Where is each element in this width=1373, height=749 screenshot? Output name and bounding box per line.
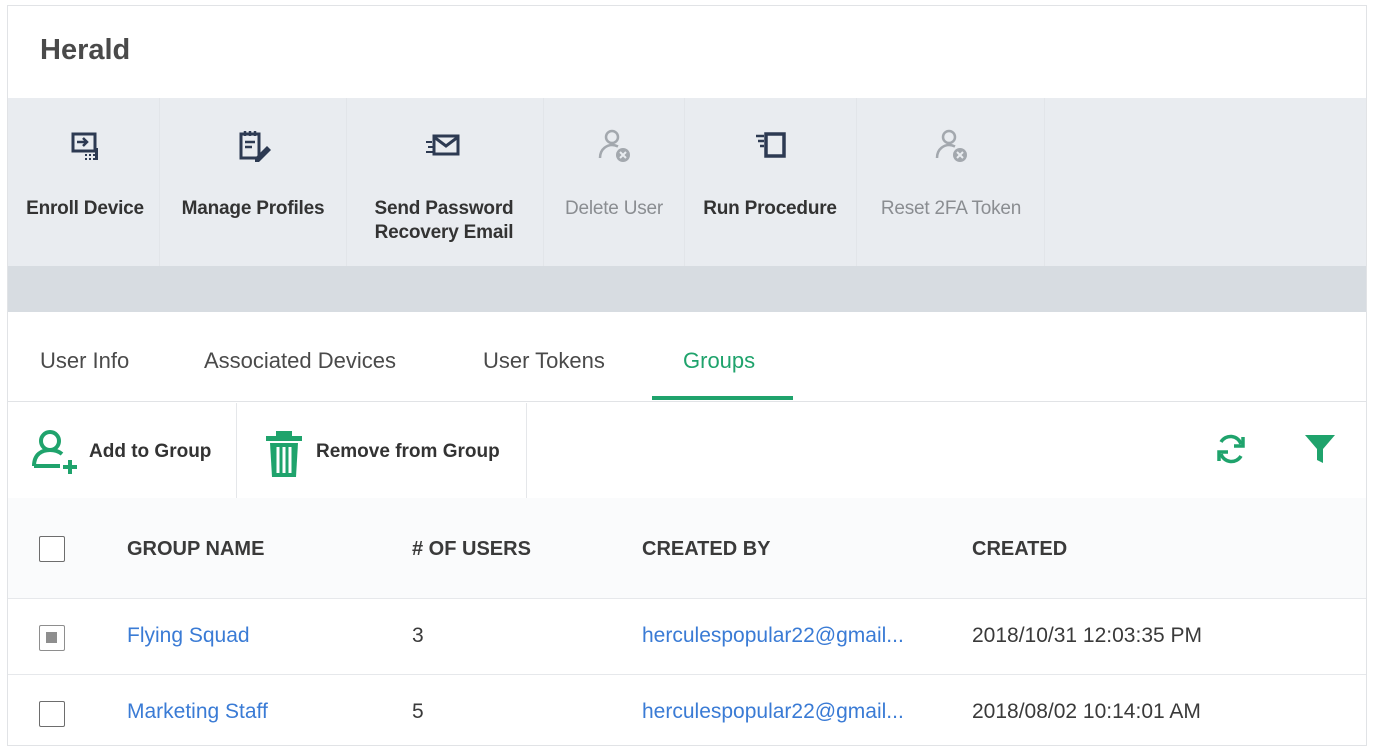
- column-header-group-name[interactable]: GROUP NAME: [127, 538, 264, 561]
- row-checkbox[interactable]: [39, 625, 65, 651]
- run-procedure-icon: [756, 132, 786, 158]
- remove-from-group-button[interactable]: Remove from Group: [244, 403, 526, 498]
- users-count: 3: [412, 624, 424, 647]
- reset-2fa-token-label: Reset 2FA Token: [880, 198, 1022, 219]
- filter-icon[interactable]: [1302, 431, 1338, 467]
- send-password-recovery-email-label: Send Password Recovery Email: [352, 197, 536, 245]
- select-all-checkbox[interactable]: [39, 536, 65, 562]
- tab-groups[interactable]: Groups: [683, 348, 755, 374]
- user-remove-icon: [935, 129, 967, 162]
- run-procedure-label: Run Procedure: [703, 198, 837, 219]
- group-name-link[interactable]: Marketing Staff: [127, 700, 268, 724]
- tab-user-tokens[interactable]: User Tokens: [483, 348, 605, 374]
- add-user-icon: [32, 430, 77, 474]
- created-date: 2018/08/02 10:14:01 AM: [972, 700, 1201, 723]
- enroll-device-icon: [71, 132, 98, 160]
- detail-tabs: User Info Associated Devices User Tokens…: [8, 312, 1366, 402]
- remove-from-group-label: Remove from Group: [316, 441, 500, 462]
- row-checkbox[interactable]: [39, 701, 65, 727]
- created-by-link[interactable]: herculespopular22@gmail...: [642, 624, 904, 648]
- add-to-group-button[interactable]: Add to Group: [26, 403, 236, 498]
- enroll-device-button[interactable]: Enroll Device: [18, 98, 152, 266]
- user-toolbar: Enroll Device Manage Profiles Send Passw…: [8, 98, 1366, 266]
- users-count: 5: [412, 700, 424, 723]
- toolbar-divider-band: [8, 266, 1366, 312]
- user-remove-icon: [598, 129, 630, 162]
- delete-user-label: Delete User: [564, 198, 664, 219]
- trash-icon: [266, 431, 302, 477]
- run-procedure-button[interactable]: Run Procedure: [691, 98, 849, 266]
- add-to-group-label: Add to Group: [89, 441, 212, 462]
- user-details-panel: Herald Enroll Device Manage Profiles Sen…: [7, 5, 1367, 746]
- enroll-device-label: Enroll Device: [26, 198, 144, 219]
- reset-2fa-token-button[interactable]: Reset 2FA Token: [862, 98, 1040, 266]
- send-password-label-line1: Send Password: [374, 198, 514, 219]
- manage-profiles-icon: [239, 131, 271, 162]
- active-tab-indicator: [652, 396, 793, 400]
- table-row[interactable]: Flying Squad 3 herculespopular22@gmail..…: [8, 600, 1366, 675]
- created-date: 2018/10/31 12:03:35 PM: [972, 624, 1203, 647]
- manage-profiles-button[interactable]: Manage Profiles: [168, 98, 338, 266]
- table-row[interactable]: Marketing Staff 5 herculespopular22@gmai…: [8, 676, 1366, 745]
- column-header-users[interactable]: # OF USERS: [412, 538, 531, 561]
- page-title: Herald: [40, 34, 131, 66]
- group-name-link[interactable]: Flying Squad: [127, 624, 250, 648]
- envelope-icon: [426, 134, 460, 156]
- tab-user-info[interactable]: User Info: [40, 348, 129, 374]
- delete-user-button[interactable]: Delete User: [551, 98, 677, 266]
- column-header-created-by[interactable]: CREATED BY: [642, 538, 771, 561]
- tab-associated-devices[interactable]: Associated Devices: [204, 348, 396, 374]
- send-password-recovery-email-button[interactable]: Send Password Recovery Email: [352, 98, 536, 266]
- groups-action-bar: Add to Group Remove from Group: [8, 403, 1366, 498]
- groups-table-header: GROUP NAME # OF USERS CREATED BY CREATED: [8, 498, 1366, 599]
- created-by-link[interactable]: herculespopular22@gmail...: [642, 700, 904, 724]
- refresh-icon[interactable]: [1213, 431, 1249, 467]
- send-password-label-line2: Recovery Email: [374, 222, 514, 243]
- column-header-created[interactable]: CREATED: [972, 538, 1067, 561]
- manage-profiles-label: Manage Profiles: [181, 198, 325, 219]
